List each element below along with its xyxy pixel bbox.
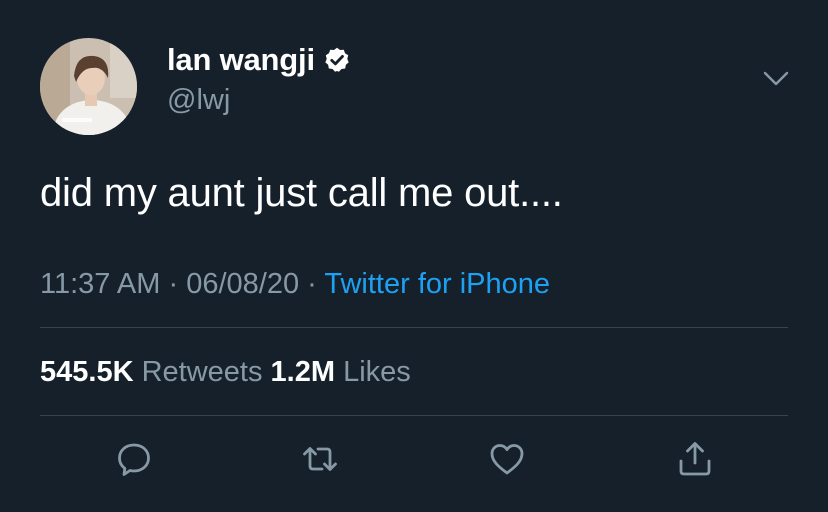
likes-stat[interactable]: 1.2M Likes: [271, 356, 411, 388]
verified-badge-icon: [323, 46, 351, 74]
likes-label: Likes: [343, 356, 411, 388]
tweet-text: did my aunt just call me out....: [40, 171, 563, 215]
share-button[interactable]: [676, 440, 714, 478]
share-icon: [676, 440, 714, 478]
user-handle[interactable]: @lwj: [167, 84, 230, 117]
reply-icon: [115, 440, 153, 478]
meta-separator: ·: [307, 268, 317, 300]
tweet-time[interactable]: 11:37 AM: [40, 268, 160, 300]
retweets-label: Retweets: [141, 356, 263, 388]
display-name-text[interactable]: lan wangji: [167, 42, 315, 78]
meta-separator: ·: [168, 268, 179, 300]
chevron-down-icon[interactable]: [763, 70, 789, 88]
tweet-meta: 11:37 AM · 06/08/20 · Twitter for iPhone: [40, 268, 550, 301]
retweets-stat[interactable]: 545.5K Retweets: [40, 356, 262, 388]
display-name[interactable]: lan wangji: [167, 42, 351, 78]
like-button[interactable]: [488, 440, 526, 478]
avatar[interactable]: [40, 38, 137, 135]
divider: [40, 327, 788, 328]
retweets-count: 545.5K: [40, 356, 134, 388]
retweet-button[interactable]: [301, 440, 339, 478]
heart-icon: [488, 440, 526, 478]
reply-button[interactable]: [115, 440, 153, 478]
engagement-stats: 545.5K Retweets 1.2M Likes: [40, 356, 411, 389]
divider: [40, 415, 788, 416]
likes-count: 1.2M: [270, 356, 336, 388]
retweet-icon: [301, 440, 339, 478]
tweet-date[interactable]: 06/08/20: [186, 268, 299, 300]
tweet-source-link[interactable]: Twitter for iPhone: [324, 268, 550, 300]
